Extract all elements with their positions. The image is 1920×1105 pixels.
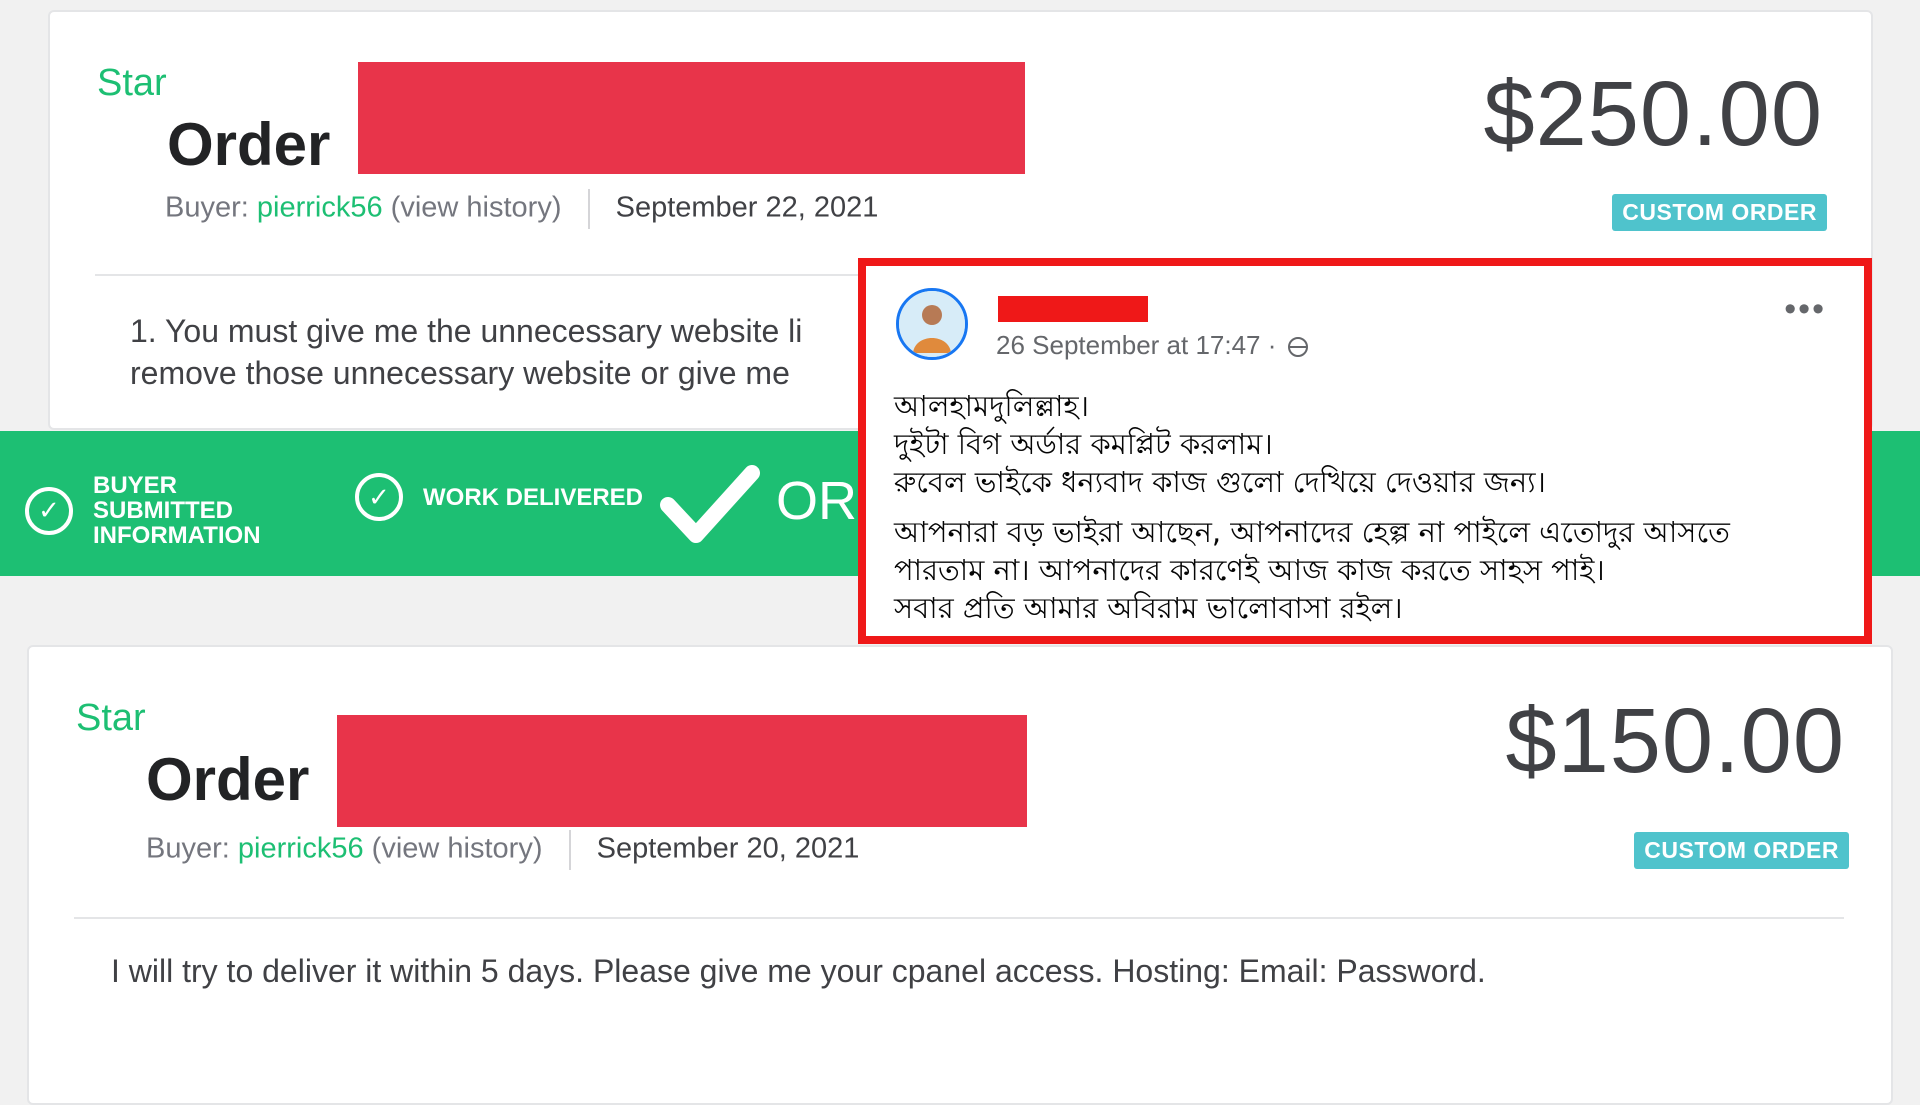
order-price: $250.00: [1483, 63, 1823, 165]
person-icon: [899, 291, 965, 357]
step-work-delivered: ✓ WORK DELIVERED: [355, 473, 653, 521]
view-history-link[interactable]: (view history): [372, 833, 543, 865]
custom-order-badge: CUSTOM ORDER: [1612, 194, 1827, 231]
order-price: $150.00: [1505, 690, 1845, 792]
check-circle-icon: ✓: [355, 473, 403, 521]
buyer-prefix: Buyer:: [165, 191, 249, 224]
divider-line: [74, 917, 1844, 919]
more-options-icon[interactable]: •••: [1784, 290, 1826, 329]
redacted-order-title: [337, 715, 1027, 827]
buyer-prefix: Buyer:: [146, 832, 230, 865]
view-history-link[interactable]: (view history): [391, 192, 562, 224]
redacted-order-title: [358, 62, 1025, 174]
order-card-2: Star Order Buyer: pierrick56 (view histo…: [27, 645, 1893, 1105]
buyer-info: Buyer: pierrick56 (view history) Septemb…: [165, 189, 878, 229]
check-circle-icon: ✓: [25, 486, 73, 535]
step-buyer-submitted: ✓ BUYER SUBMITTED INFORMATION: [25, 473, 323, 548]
order-title: Order: [167, 111, 331, 178]
order-message: I will try to deliver it within 5 days. …: [111, 953, 1486, 989]
redacted-author-name: [998, 296, 1148, 322]
buyer-name-link[interactable]: pierrick56: [257, 192, 383, 224]
facebook-post-overlay: 26 September at 17:47 · ••• আলহামদুলিল্ল…: [858, 258, 1872, 644]
timestamp-text: 26 September at 17:47 ·: [996, 330, 1277, 360]
profile-avatar[interactable]: [896, 288, 968, 360]
post-line: রুবেল ভাইকে ধন্যবাদ কাজ গুলো দেখিয়ে দেও…: [894, 465, 1546, 499]
divider: [587, 189, 590, 229]
step-label: BUYER SUBMITTED INFORMATION: [93, 472, 261, 549]
post-line: সবার প্রতি আমার অবিরাম ভালোবাসা রইল।: [894, 591, 1403, 625]
step-label: WORK DELIVERED: [423, 483, 644, 511]
message-line-2: remove those unnecessary website or give…: [130, 355, 790, 391]
order-title: Order: [146, 746, 310, 813]
order-date: September 22, 2021: [615, 191, 879, 224]
message-line-1: 1. You must give me the unnecessary webs…: [130, 313, 803, 349]
custom-order-badge: CUSTOM ORDER: [1634, 832, 1849, 869]
buyer-name-link[interactable]: pierrick56: [238, 833, 364, 865]
star-label: Star: [97, 62, 167, 104]
divider: [568, 830, 571, 870]
large-checkmark-icon: [660, 465, 760, 543]
order-date: September 20, 2021: [596, 832, 860, 865]
order-complete-label: OR: [776, 471, 857, 531]
globe-icon: [1287, 337, 1308, 358]
order-message: 1. You must give me the unnecessary webs…: [130, 310, 802, 394]
post-timestamp[interactable]: 26 September at 17:47 ·: [996, 330, 1308, 361]
star-label: Star: [76, 697, 146, 739]
buyer-info: Buyer: pierrick56 (view history) Septemb…: [146, 830, 859, 870]
